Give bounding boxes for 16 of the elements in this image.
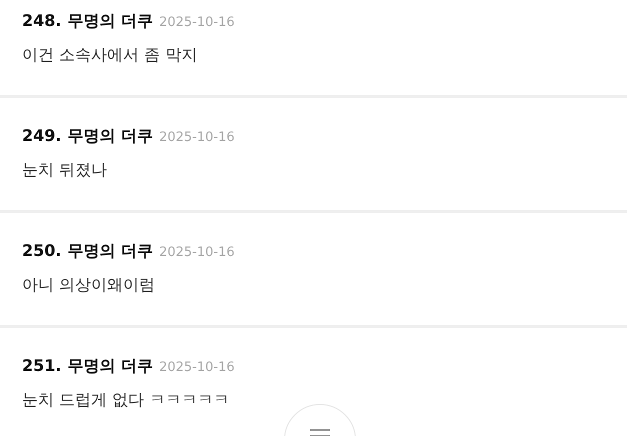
comment-number: 249.	[22, 125, 62, 147]
comment-number: 250.	[22, 240, 62, 262]
comment-text: 눈치 드럽게 없다 ㅋㅋㅋㅋㅋ	[22, 389, 230, 411]
comment-date: 2025-10-16	[159, 359, 235, 377]
comment-date: 2025-10-16	[159, 129, 235, 147]
comment-number: 248.	[22, 10, 62, 32]
comment-text: 이건 소속사에서 좀 막지	[22, 44, 198, 66]
comment-date: 2025-10-16	[159, 244, 235, 262]
comment-number: 251.	[22, 355, 62, 377]
comment-text: 눈치 뒤졌나	[22, 159, 108, 181]
comment-author: 무명의 더쿠	[67, 355, 154, 377]
comment-date: 2025-10-16	[159, 14, 235, 32]
comment-author: 무명의 더쿠	[67, 10, 154, 32]
comment-author: 무명의 더쿠	[67, 125, 154, 147]
comment-text: 아니 의상이왜이럼	[22, 274, 156, 296]
comment-author: 무명의 더쿠	[67, 240, 154, 262]
